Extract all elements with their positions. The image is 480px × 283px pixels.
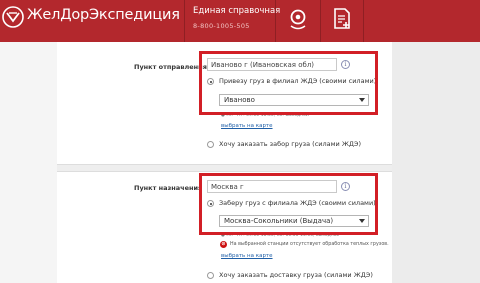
warning-icon: ⊘: [220, 241, 227, 248]
header-divider: [320, 0, 321, 42]
destination-label: Пункт назначения: [134, 184, 203, 192]
destination-warning-text: На выбранной станции отсутствует обработ…: [230, 242, 389, 247]
document-add-icon[interactable]: [331, 7, 353, 31]
departure-label: Пункт отправления: [134, 63, 207, 71]
section-separator: [57, 164, 392, 172]
right-margin: [392, 42, 480, 283]
header-divider: [363, 0, 364, 42]
header-divider: [275, 0, 276, 42]
destination-delivery-label[interactable]: Хочу заказать доставку груза (силами ЖДЭ…: [219, 271, 373, 279]
departure-pickup-radio[interactable]: [207, 141, 214, 148]
header-divider: [184, 0, 185, 42]
destination-map-link[interactable]: выбрать на карте: [221, 253, 273, 259]
hotline-label: Единая справочная: [193, 6, 281, 16]
location-pin-icon[interactable]: [287, 7, 309, 31]
destination-highlight-box: [199, 173, 378, 235]
top-header: ЖелДорЭкспедиция Единая справочная 8-800…: [0, 0, 480, 42]
destination-delivery-radio[interactable]: [207, 272, 214, 279]
left-margin: [0, 42, 57, 283]
departure-pickup-label[interactable]: Хочу заказать забор груза (силами ЖДЭ): [219, 140, 361, 148]
departure-highlight-box: [199, 51, 378, 115]
company-logo[interactable]: [2, 6, 24, 28]
departure-map-link[interactable]: выбрать на карте: [221, 123, 273, 129]
brand-name[interactable]: ЖелДорЭкспедиция: [27, 7, 180, 23]
hotline-phone[interactable]: 8-800-1005-505: [193, 22, 250, 30]
